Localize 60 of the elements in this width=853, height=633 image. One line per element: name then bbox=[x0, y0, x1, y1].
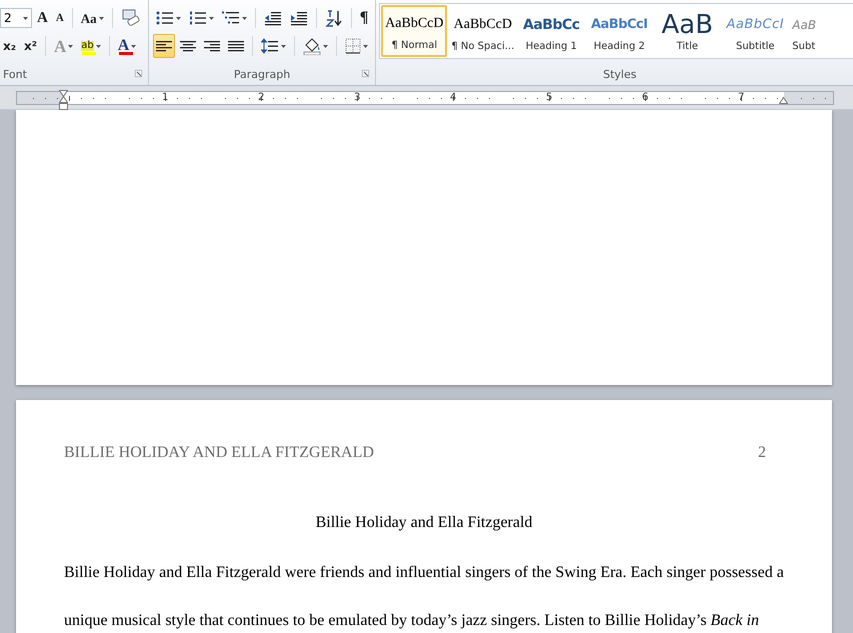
color-bar bbox=[82, 52, 96, 55]
caret-icon bbox=[208, 16, 214, 20]
bulleted-list-icon bbox=[156, 10, 174, 26]
ruler-number: 2 bbox=[258, 90, 264, 104]
sort-icon bbox=[324, 9, 343, 27]
ruler-number: 4 bbox=[450, 90, 456, 104]
highlight-button[interactable]: ab bbox=[78, 34, 104, 58]
caret-icon bbox=[96, 44, 101, 48]
grow-font-button[interactable]: A bbox=[34, 6, 51, 30]
multilevel-list-icon bbox=[222, 10, 240, 26]
dialog-launcher-icon bbox=[134, 70, 142, 77]
ruler-number: 3 bbox=[354, 90, 360, 104]
increase-indent-icon bbox=[290, 10, 308, 26]
caret-icon bbox=[322, 44, 328, 48]
style-item[interactable]: AaBbCcD ¶ No Spaci... bbox=[449, 5, 516, 57]
style-item[interactable]: AaBbCcD ¶ Normal bbox=[381, 5, 448, 57]
align-left-button[interactable] bbox=[152, 34, 175, 58]
style-item[interactable]: AaB Subt bbox=[790, 5, 853, 57]
shrink-font-button[interactable]: A bbox=[52, 6, 67, 30]
align-left-icon bbox=[156, 39, 172, 53]
caret-icon bbox=[176, 16, 181, 20]
caret-icon bbox=[362, 44, 368, 48]
dialog-launcher-icon bbox=[362, 70, 370, 77]
group-label: Styles bbox=[603, 68, 636, 80]
style-item[interactable]: AaBbCcI Subtitle bbox=[722, 5, 788, 57]
eraser-icon bbox=[120, 9, 141, 27]
style-item[interactable]: AaB Title bbox=[654, 5, 720, 57]
color-bar bbox=[118, 52, 133, 55]
font-color-button[interactable]: A bbox=[114, 34, 140, 58]
align-right-icon bbox=[204, 39, 220, 53]
body-paragraph: Billie Holiday and Ella Fitzgerald were friends and influential singers of the Swing Era. Each singer possessed a unique musical style that continues to be emulated by today’s jazz singers. Listen to Billie Holiday’s Back in bbox=[64, 563, 784, 631]
change-case-button[interactable]: Aa bbox=[78, 6, 107, 30]
numbered-list-icon bbox=[188, 10, 207, 26]
ruler-number: 5 bbox=[546, 90, 552, 104]
caret-icon bbox=[242, 16, 247, 20]
style-item[interactable]: AaBbCc Heading 1 bbox=[518, 5, 584, 57]
document-title: Billie Holiday and Ella Fitzgerald bbox=[316, 514, 532, 531]
subscript-button[interactable]: x₂ bbox=[0, 34, 19, 58]
caret-icon bbox=[280, 44, 286, 48]
ruler-number: 1 bbox=[162, 90, 168, 104]
align-center-icon bbox=[180, 39, 196, 53]
caret-icon bbox=[23, 16, 28, 20]
superscript-button[interactable]: x² bbox=[21, 34, 40, 58]
running-header: BILLIE HOLIDAY AND ELLA FITZGERALD bbox=[64, 444, 374, 462]
style-item[interactable]: AaBbCcI Heading 2 bbox=[586, 5, 652, 57]
page-number: 2 bbox=[758, 444, 766, 462]
caret-icon bbox=[68, 44, 74, 48]
paint-bucket-icon bbox=[302, 37, 321, 55]
borders-icon bbox=[344, 38, 361, 54]
group-label: Paragraph bbox=[234, 68, 290, 80]
show-marks-button[interactable]: ¶ bbox=[356, 6, 372, 30]
justify-icon bbox=[228, 39, 244, 53]
ruler-number: 7 bbox=[738, 90, 744, 104]
line-spacing-icon bbox=[260, 38, 279, 54]
decrease-indent-icon bbox=[264, 10, 282, 26]
ruler-number: 6 bbox=[642, 90, 648, 104]
caret-icon bbox=[98, 16, 104, 20]
caret-icon bbox=[131, 44, 136, 48]
group-label: Font bbox=[3, 68, 27, 80]
font-size-field[interactable]: 2 bbox=[0, 8, 32, 28]
